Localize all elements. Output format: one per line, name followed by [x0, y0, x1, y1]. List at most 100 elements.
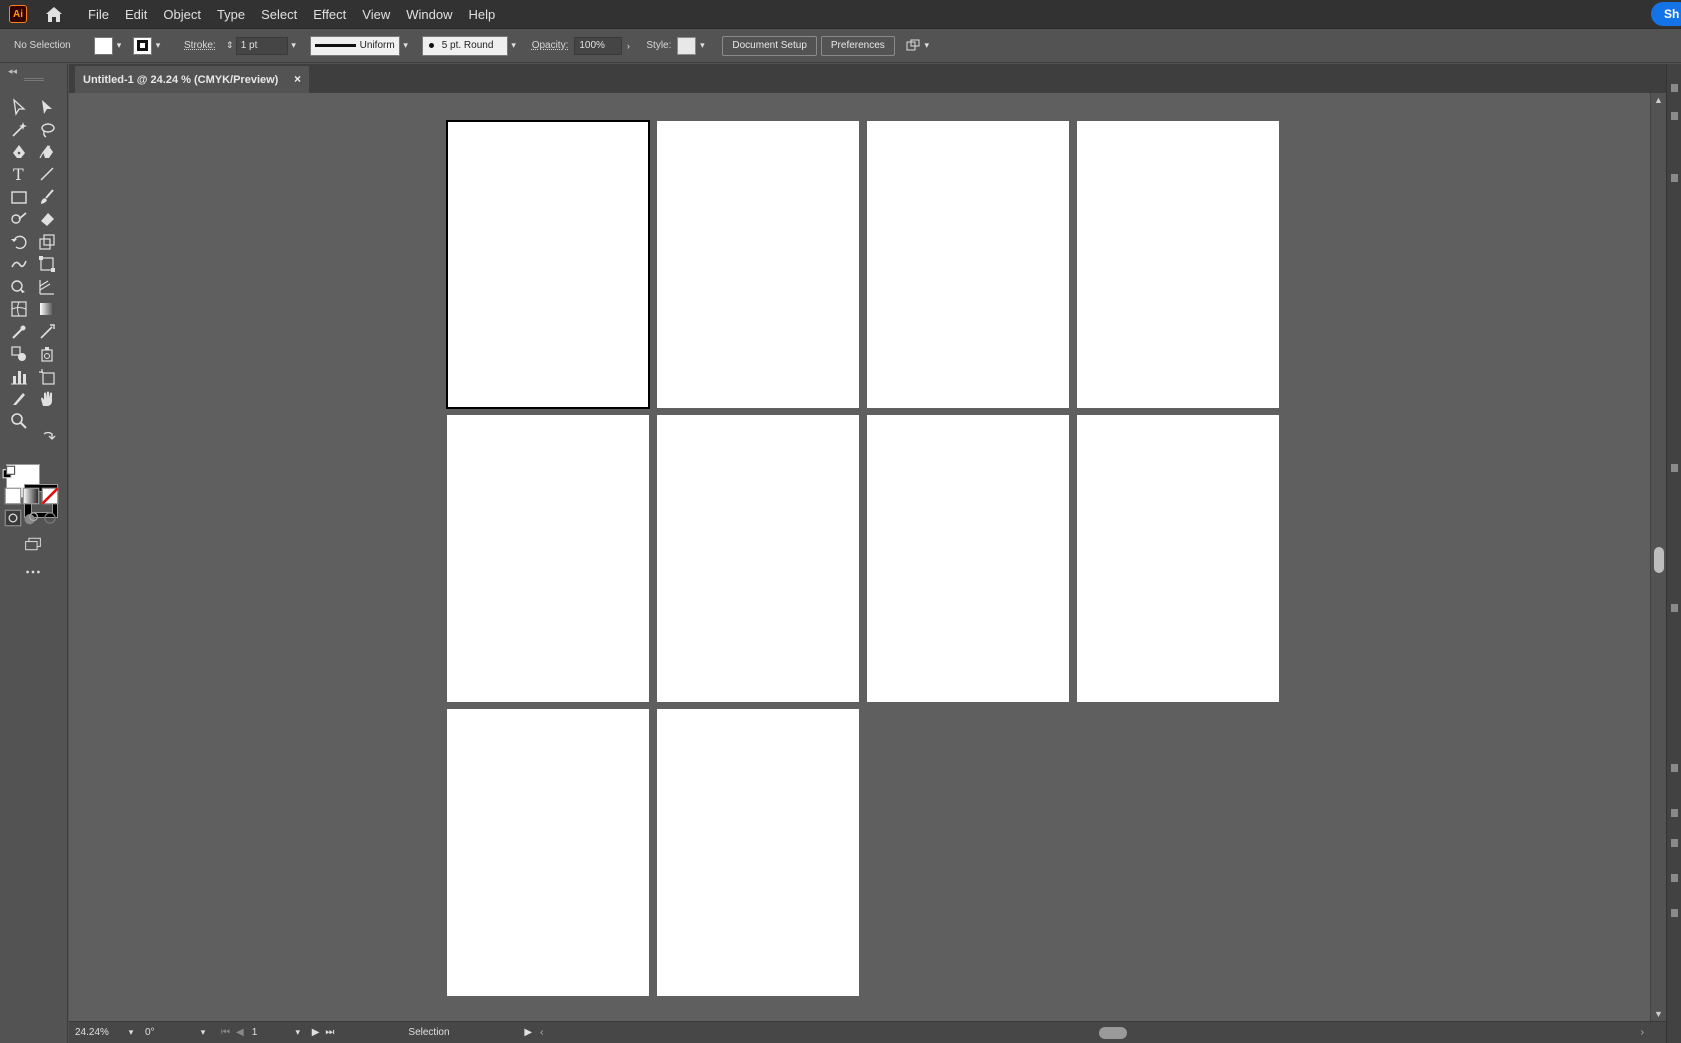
perspective-grid-tool-icon[interactable] [35, 276, 59, 298]
brush-definition[interactable]: 5 pt. Round [421, 35, 508, 56]
mesh-tool-icon[interactable] [7, 298, 31, 320]
symbol-sprayer-tool-icon[interactable] [35, 343, 59, 365]
panel-grip[interactable] [24, 78, 44, 81]
fill-swatch[interactable] [94, 36, 113, 55]
artboard-9[interactable] [447, 709, 649, 996]
panel-icon[interactable] [1671, 174, 1678, 182]
measure-tool-icon[interactable] [35, 321, 59, 343]
artboard-6[interactable] [657, 415, 859, 702]
rotation-input[interactable]: 0° [141, 1025, 197, 1041]
menu-type[interactable]: Type [209, 0, 253, 29]
artboard-2[interactable] [657, 121, 859, 408]
chevron-down-icon[interactable]: ▾ [696, 40, 708, 52]
artboard-8[interactable] [1077, 415, 1279, 702]
free-transform-tool-icon[interactable] [35, 253, 59, 275]
opacity-input[interactable]: 100% [574, 36, 623, 55]
panel-icon[interactable] [1671, 839, 1678, 847]
status-menu-icon[interactable]: ▶ [524, 1027, 532, 1038]
artboard-7[interactable] [867, 415, 1069, 702]
rotate-tool-icon[interactable] [7, 231, 31, 253]
shaper-tool-icon[interactable] [7, 208, 31, 230]
selection-tool-icon[interactable] [7, 96, 31, 118]
arrange-documents-icon[interactable] [905, 38, 921, 54]
hand-tool-icon[interactable] [35, 388, 59, 410]
chevron-down-icon[interactable]: ▾ [197, 1027, 209, 1039]
type-tool-icon[interactable]: T [7, 163, 31, 185]
chevron-down-icon[interactable]: ▾ [288, 40, 300, 52]
warp-tool-icon[interactable] [7, 253, 31, 275]
collapse-icon[interactable]: ◂◂ [8, 66, 17, 77]
menu-object[interactable]: Object [155, 0, 209, 29]
previous-artboard-icon[interactable]: ◀ [236, 1027, 244, 1038]
draw-inside-icon[interactable] [41, 509, 59, 527]
menu-effect[interactable]: Effect [305, 0, 354, 29]
chevron-down-icon[interactable]: ▾ [508, 40, 520, 52]
variable-width-profile[interactable]: Uniform [309, 35, 400, 56]
graphic-style-swatch[interactable] [677, 36, 697, 55]
lasso-tool-icon[interactable] [35, 119, 59, 141]
artboard-tool-icon[interactable] [35, 366, 59, 388]
share-button[interactable]: Sh [1651, 2, 1681, 26]
zoom-tool-icon[interactable] [7, 410, 31, 432]
draw-normal-icon[interactable] [4, 509, 22, 527]
canvas[interactable] [69, 93, 1650, 1021]
panel-icon[interactable] [1671, 84, 1678, 92]
artboard-10[interactable] [657, 709, 859, 996]
horizontal-scroll-thumb[interactable] [1099, 1027, 1127, 1039]
paintbrush-tool-icon[interactable] [35, 186, 59, 208]
close-icon[interactable]: × [294, 72, 301, 86]
menu-edit[interactable]: Edit [117, 0, 155, 29]
artboard-3[interactable] [867, 121, 1069, 408]
panel-icon[interactable] [1671, 809, 1678, 817]
stepper-icon[interactable]: ⇕ [224, 40, 236, 52]
first-artboard-icon[interactable]: ⏮ [221, 1027, 230, 1038]
stroke-weight-input[interactable]: 1 pt [235, 36, 288, 55]
scroll-down-icon[interactable]: ▼ [1654, 1009, 1663, 1019]
line-segment-tool-icon[interactable] [35, 163, 59, 185]
draw-behind-icon[interactable] [22, 509, 40, 527]
eraser-tool-icon[interactable] [35, 208, 59, 230]
scroll-up-icon[interactable]: ▲ [1654, 95, 1663, 105]
column-graph-tool-icon[interactable] [7, 366, 31, 388]
vertical-scrollbar[interactable]: ▲ ▼ [1650, 93, 1666, 1021]
vertical-scroll-thumb[interactable] [1654, 547, 1664, 573]
rectangle-tool-icon[interactable] [7, 186, 31, 208]
pen-tool-icon[interactable] [7, 141, 31, 163]
chevron-down-icon[interactable]: ▾ [292, 1027, 304, 1039]
magic-wand-tool-icon[interactable] [7, 119, 31, 141]
menu-file[interactable]: File [80, 0, 117, 29]
shape-builder-tool-icon[interactable] [7, 276, 31, 298]
screen-mode-icon[interactable] [20, 533, 46, 555]
panel-icon[interactable] [1671, 464, 1678, 472]
gradient-tool-icon[interactable] [35, 298, 59, 320]
default-fill-stroke-icon[interactable] [2, 464, 18, 480]
stroke-label[interactable]: Stroke: [184, 40, 216, 51]
preferences-button[interactable]: Preferences [820, 35, 895, 56]
menu-select[interactable]: Select [253, 0, 305, 29]
menu-view[interactable]: View [354, 0, 398, 29]
next-artboard-icon[interactable]: ▶ [312, 1027, 320, 1038]
stroke-swatch[interactable] [133, 36, 152, 55]
scroll-left-icon[interactable]: ‹ [540, 1027, 543, 1038]
direct-selection-tool-icon[interactable] [35, 96, 59, 118]
chevron-down-icon[interactable]: ▾ [113, 40, 125, 52]
menu-window[interactable]: Window [398, 0, 460, 29]
panel-icon[interactable] [1671, 874, 1678, 882]
gradient-mode-icon[interactable] [22, 487, 40, 505]
home-icon[interactable] [44, 4, 64, 24]
eyedropper-tool-icon[interactable] [7, 321, 31, 343]
none-mode-icon[interactable] [41, 487, 59, 505]
scroll-right-icon[interactable]: › [1641, 1027, 1644, 1038]
swap-fill-stroke-icon[interactable] [40, 428, 58, 446]
chevron-down-icon[interactable]: ▾ [400, 40, 412, 52]
document-tab[interactable]: Untitled-1 @ 24.24 % (CMYK/Preview) × [75, 66, 309, 93]
opacity-label[interactable]: Opacity: [532, 40, 569, 51]
slice-tool-icon[interactable] [7, 388, 31, 410]
zoom-level-input[interactable]: 24.24% [71, 1025, 125, 1041]
panel-icon[interactable] [1671, 909, 1678, 917]
chevron-down-icon[interactable]: ▾ [921, 40, 933, 52]
panel-icon[interactable] [1671, 764, 1678, 772]
curvature-tool-icon[interactable] [35, 141, 59, 163]
more-tools-icon[interactable] [21, 564, 45, 580]
chevron-right-icon[interactable]: › [622, 40, 634, 52]
